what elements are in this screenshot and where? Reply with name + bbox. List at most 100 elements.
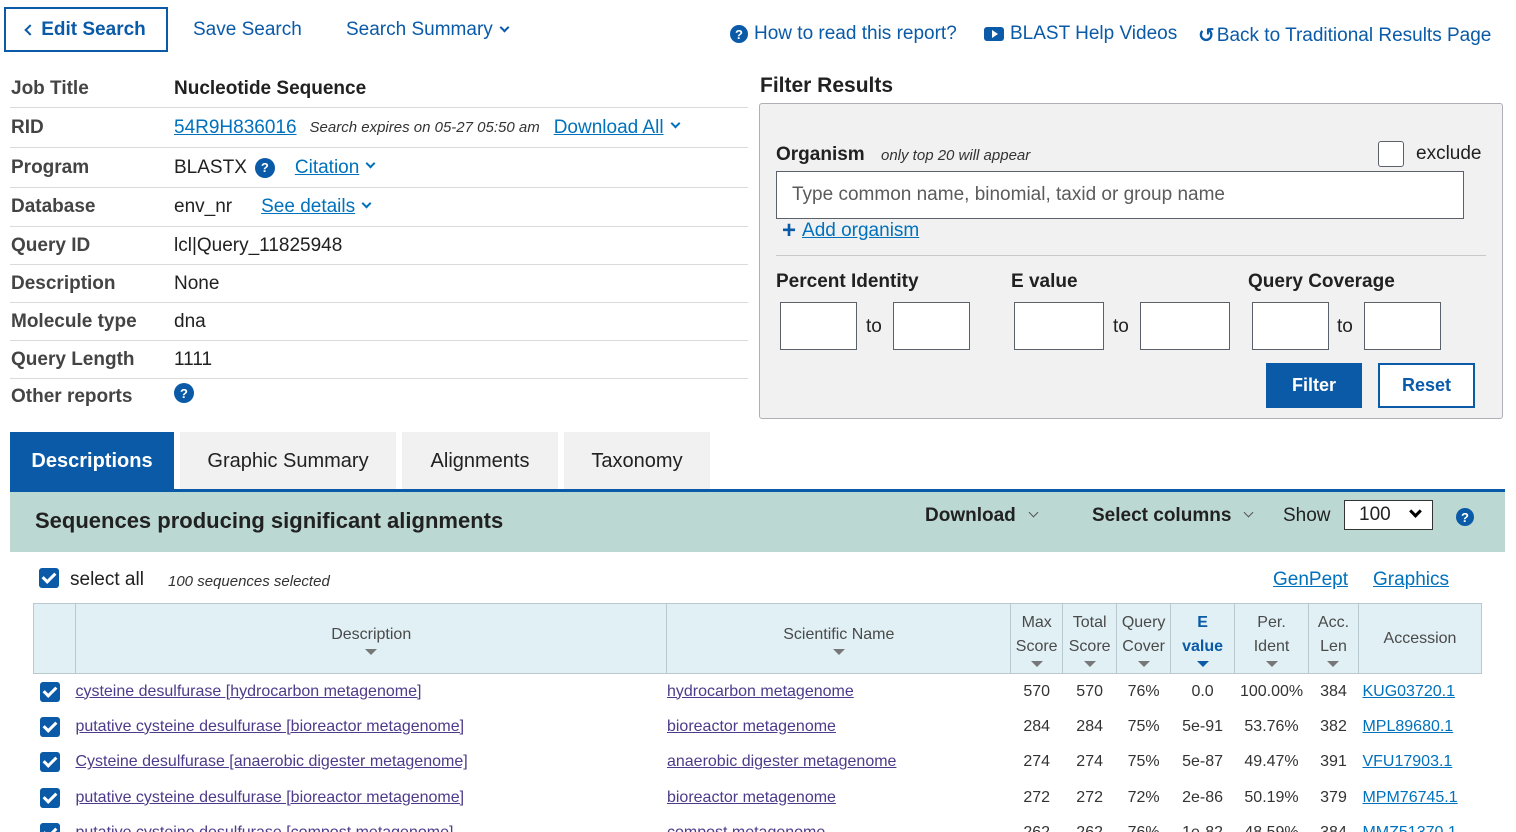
blast-help-videos-link[interactable]: BLAST Help Videos: [984, 23, 1177, 45]
table-row[interactable]: putative cysteine desulfurase [bioreacto…: [34, 780, 1482, 816]
edit-search-button[interactable]: Edit Search: [4, 7, 168, 52]
e-value-header[interactable]: Evalue: [1170, 603, 1236, 674]
select-all-checkbox[interactable]: [39, 568, 59, 588]
scientific-name-cell: bioreactor metagenome: [667, 709, 1011, 745]
row-checkbox[interactable]: [40, 823, 61, 832]
how-to-read-link[interactable]: ? How to read this report?: [730, 23, 957, 45]
description-link[interactable]: putative cysteine desulfurase [compost m…: [75, 824, 453, 832]
total-score-cell: 284: [1076, 717, 1103, 735]
query-length-value: 1111: [174, 348, 213, 370]
tab-descriptions[interactable]: Descriptions: [10, 432, 174, 490]
scientific-name-link[interactable]: hydrocarbon metagenome: [667, 683, 854, 700]
percent-identity-to-input[interactable]: [893, 302, 970, 350]
accession-header[interactable]: Accession: [1357, 603, 1483, 674]
download-dropdown[interactable]: Download: [925, 505, 1039, 527]
rid-link[interactable]: 54R9H836016: [174, 117, 297, 139]
graphics-link[interactable]: Graphics: [1373, 569, 1449, 591]
table-row[interactable]: putative cysteine desulfurase [bioreacto…: [34, 709, 1482, 745]
description-cell: putative cysteine desulfurase [compost m…: [75, 816, 667, 832]
description-row: Description None: [10, 265, 748, 303]
row-checkbox[interactable]: [40, 752, 61, 773]
reset-button[interactable]: Reset: [1378, 363, 1475, 408]
help-icon[interactable]: ?: [174, 383, 194, 403]
description-label: Description: [11, 272, 116, 294]
row-checkbox[interactable]: [40, 681, 61, 702]
scientific-name-link[interactable]: bioreactor metagenome: [667, 789, 836, 806]
program-label: Program: [11, 156, 90, 178]
query-coverage-label: Query Coverage: [1248, 271, 1395, 292]
e-value-from-input[interactable]: [1014, 302, 1104, 350]
percent-identity-from-input[interactable]: [780, 302, 857, 350]
save-search-link[interactable]: Save Search: [193, 19, 302, 41]
description-link[interactable]: putative cysteine desulfurase [bioreacto…: [75, 718, 464, 735]
see-details-link[interactable]: See details: [261, 196, 355, 218]
accession-link[interactable]: MMZ51370.1: [1362, 824, 1456, 832]
per-ident-cell: 50.19%: [1244, 788, 1299, 806]
max-score-cell: 284: [1023, 717, 1051, 735]
max-score-cell: 262: [1011, 816, 1063, 832]
help-icon[interactable]: ?: [254, 157, 275, 178]
add-organism-link[interactable]: + Add organism: [782, 217, 919, 245]
chevron-down-icon: [361, 198, 372, 208]
search-expires: Search expires on 05-27 05:50 am: [309, 119, 540, 136]
description-cell: cysteine desulfurase [hydrocarbon metage…: [75, 674, 667, 710]
per-ident-cell: 49.47%: [1244, 753, 1299, 771]
chevron-down-icon: [365, 158, 376, 169]
back-traditional-link[interactable]: ↺ Back to Traditional Results Page: [1198, 23, 1491, 48]
chevron-left-icon: [24, 23, 36, 36]
description-value: None: [174, 272, 220, 294]
table-row[interactable]: cysteine desulfurase [hydrocarbon metage…: [34, 674, 1482, 710]
query-coverage-to-input[interactable]: [1364, 302, 1441, 350]
description-cell: Cysteine desulfurase [anaerobic digester…: [75, 745, 667, 781]
e-value-to-input[interactable]: [1140, 302, 1230, 350]
show-count-select[interactable]: 100: [1344, 500, 1433, 530]
row-checkbox-cell: [34, 745, 76, 781]
max-score-header[interactable]: Max Score: [1010, 603, 1064, 674]
description-header[interactable]: Description: [74, 603, 668, 674]
molecule-type-label: Molecule type: [11, 310, 137, 332]
organism-input[interactable]: Type common name, binomial, taxid or gro…: [776, 171, 1464, 219]
show-label: Show: [1283, 505, 1331, 526]
download-all-link[interactable]: Download All: [554, 117, 664, 139]
row-checkbox[interactable]: [40, 787, 61, 808]
citation-link[interactable]: Citation: [295, 157, 359, 179]
tab-taxonomy[interactable]: Taxonomy: [564, 432, 710, 490]
genpept-link[interactable]: GenPept: [1273, 569, 1348, 591]
help-icon[interactable]: ?: [1456, 508, 1474, 526]
accession-link[interactable]: MPL89680.1: [1362, 718, 1453, 735]
table-row[interactable]: Cysteine desulfurase [anaerobic digester…: [34, 745, 1482, 781]
exclude-checkbox[interactable]: [1378, 141, 1404, 167]
tab-graphic-summary[interactable]: Graphic Summary: [180, 432, 396, 490]
filter-button[interactable]: Filter: [1266, 363, 1362, 408]
scientific-name-link[interactable]: bioreactor metagenome: [667, 718, 836, 735]
query-cover-header[interactable]: Query Cover: [1116, 603, 1172, 674]
description-link[interactable]: Cysteine desulfurase [anaerobic digester…: [75, 753, 467, 770]
total-score-header[interactable]: Total Score: [1062, 603, 1118, 674]
description-link[interactable]: putative cysteine desulfurase [bioreacto…: [75, 789, 464, 806]
accession-link[interactable]: VFU17903.1: [1362, 753, 1452, 770]
accession-cell: MMZ51370.1: [1358, 816, 1481, 832]
search-summary-dropdown[interactable]: Search Summary: [346, 19, 510, 41]
plus-icon: +: [782, 217, 797, 244]
scientific-name-link[interactable]: compost metagenome: [667, 824, 825, 832]
table-row[interactable]: putative cysteine desulfurase [compost m…: [34, 816, 1482, 832]
description-cell: putative cysteine desulfurase [bioreacto…: [75, 709, 667, 745]
row-checkbox[interactable]: [40, 716, 61, 737]
scientific-name-header[interactable]: Scientific Name: [666, 603, 1012, 674]
select-columns-dropdown[interactable]: Select columns: [1092, 505, 1254, 527]
sort-icon: [1083, 660, 1096, 667]
select-all-label: select all: [70, 569, 144, 590]
acc-len-header[interactable]: Acc. Len: [1308, 603, 1359, 674]
e-value-label: E value: [1011, 271, 1078, 292]
job-info-table: Job Title Nucleotide Sequence RID 54R9H8…: [10, 70, 748, 415]
description-link[interactable]: cysteine desulfurase [hydrocarbon metage…: [75, 683, 421, 700]
row-checkbox-cell: [34, 709, 76, 745]
per-ident-header[interactable]: Per. Ident: [1234, 603, 1310, 674]
accession-link[interactable]: KUG03720.1: [1362, 683, 1455, 700]
query-cover-cell: 75%: [1127, 717, 1160, 735]
tab-alignments[interactable]: Alignments: [402, 432, 558, 490]
query-cover-cell: 75%: [1127, 753, 1160, 771]
accession-link[interactable]: MPM76745.1: [1362, 789, 1457, 806]
query-coverage-from-input[interactable]: [1252, 302, 1329, 350]
scientific-name-link[interactable]: anaerobic digester metagenome: [667, 753, 896, 770]
